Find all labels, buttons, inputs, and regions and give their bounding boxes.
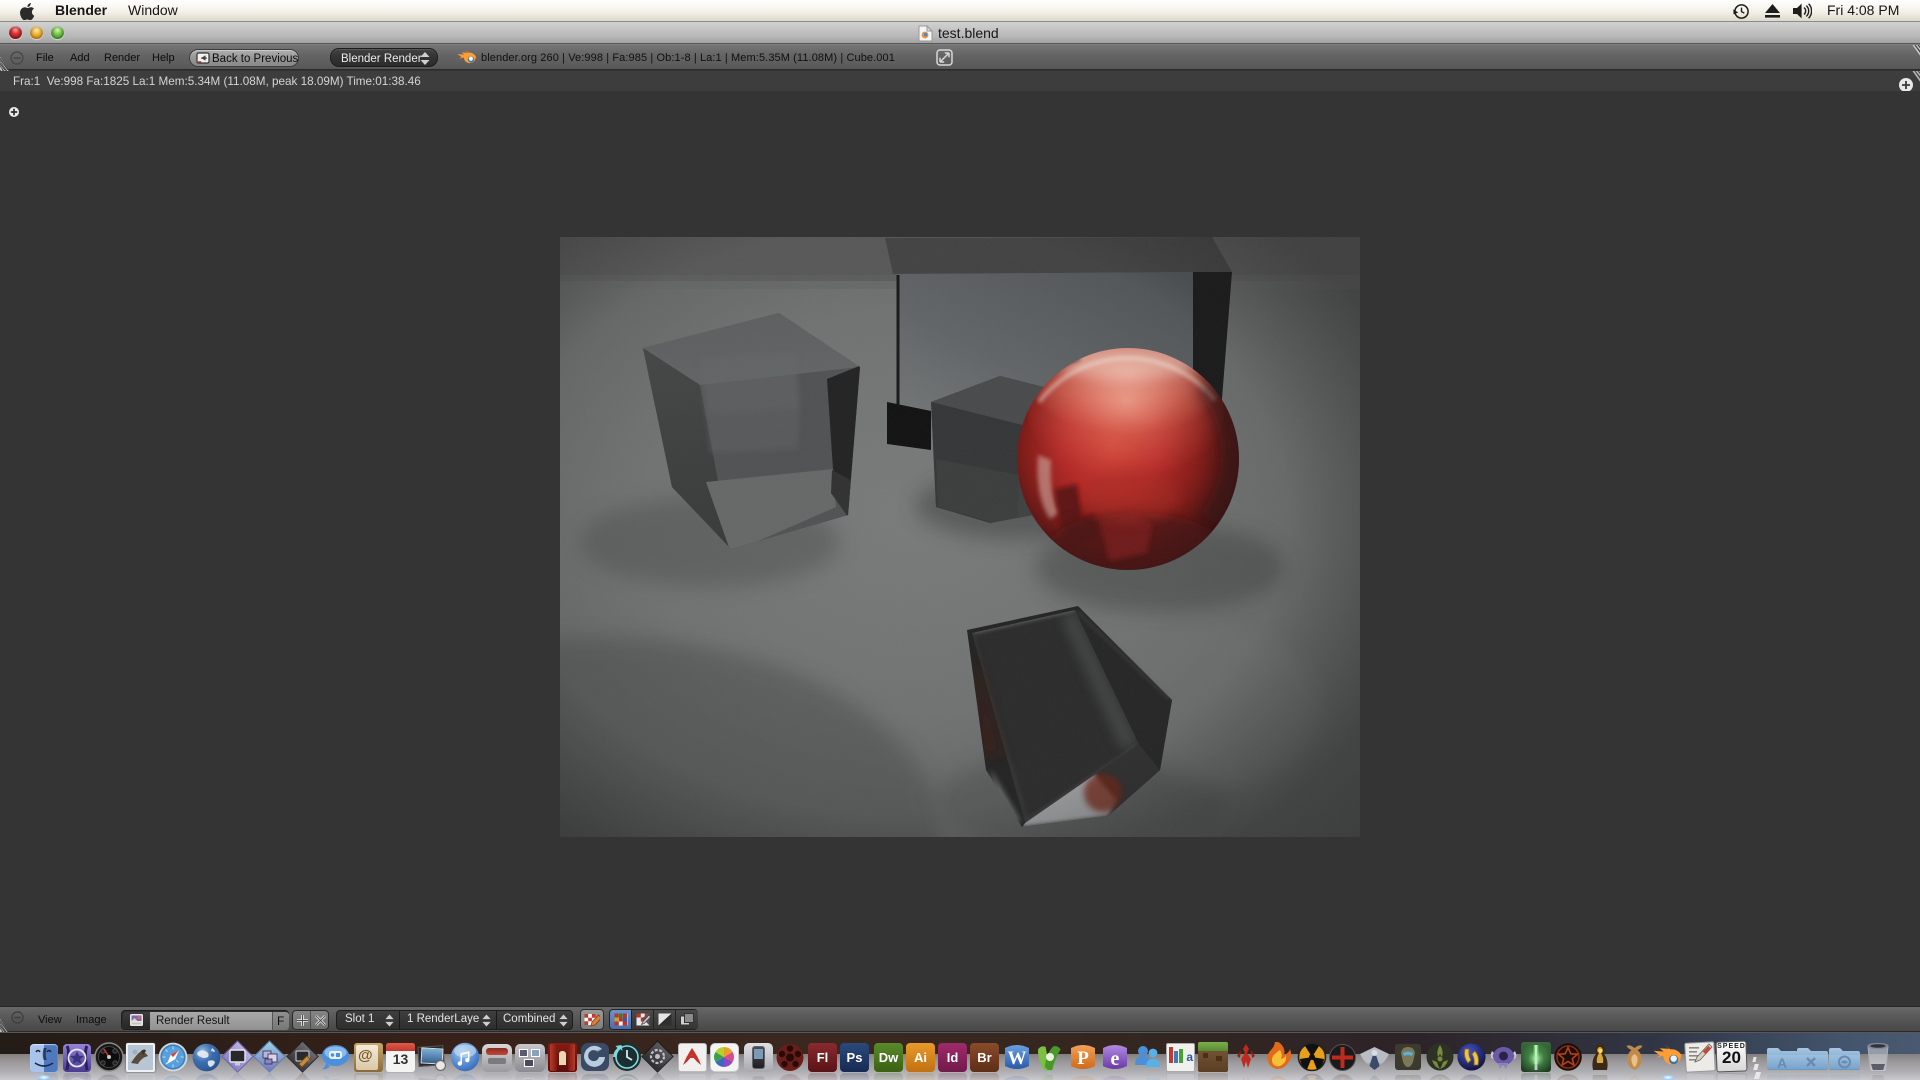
svg-text:e: e xyxy=(1111,1048,1120,1070)
svg-text:P: P xyxy=(1077,1048,1089,1069)
svg-text:W: W xyxy=(1008,1048,1027,1069)
svg-text:A: A xyxy=(1777,1055,1787,1071)
